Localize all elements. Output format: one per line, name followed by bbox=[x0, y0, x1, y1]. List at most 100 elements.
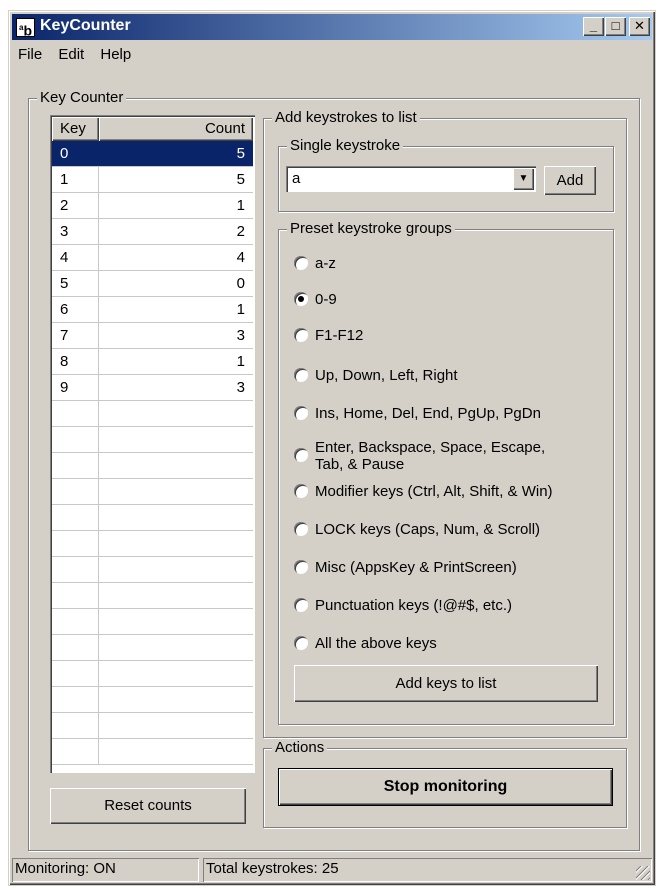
radio-button[interactable] bbox=[294, 598, 308, 612]
radio-label: Punctuation keys (!@#$, etc.) bbox=[315, 597, 512, 614]
add-keys-to-list-button[interactable]: Add keys to list bbox=[294, 665, 598, 702]
total-keystrokes-status: Total keystrokes: 25 bbox=[203, 858, 652, 882]
row-key bbox=[52, 479, 99, 504]
row-key: 2 bbox=[52, 193, 99, 218]
monitoring-status: Monitoring: ON bbox=[12, 858, 199, 882]
radio-button[interactable] bbox=[294, 636, 308, 650]
table-row[interactable] bbox=[52, 453, 253, 479]
column-header-key[interactable]: Key bbox=[52, 117, 99, 141]
radio-label: Misc (AppsKey & PrintScreen) bbox=[315, 559, 517, 576]
row-key: 0 bbox=[52, 141, 99, 166]
radio-button[interactable] bbox=[294, 368, 308, 382]
row-count: 1 bbox=[236, 353, 245, 370]
table-row[interactable]: 61 bbox=[52, 297, 253, 323]
table-row[interactable]: 32 bbox=[52, 219, 253, 245]
row-key bbox=[52, 739, 99, 764]
add-button[interactable]: Add bbox=[544, 166, 596, 195]
row-count bbox=[99, 557, 253, 582]
radio-label: Up, Down, Left, Right bbox=[315, 367, 458, 384]
radio-button[interactable] bbox=[294, 256, 308, 270]
list-rows: 05152132445061738193 bbox=[52, 141, 253, 771]
radio-button[interactable] bbox=[294, 484, 308, 498]
table-row[interactable] bbox=[52, 557, 253, 583]
radio-button[interactable] bbox=[294, 328, 308, 342]
chevron-down-icon[interactable]: ▼ bbox=[513, 168, 534, 190]
table-row[interactable]: 05 bbox=[52, 141, 253, 167]
row-count: 1 bbox=[236, 197, 245, 214]
row-count: 1 bbox=[236, 301, 245, 318]
row-count bbox=[99, 531, 253, 556]
resize-grip-icon[interactable] bbox=[636, 866, 650, 880]
row-key: 9 bbox=[52, 375, 99, 400]
table-row[interactable] bbox=[52, 687, 253, 713]
row-count bbox=[99, 427, 253, 452]
app-window: ab KeyCounter _ □ ✕ File Edit Help Key C… bbox=[8, 10, 656, 886]
status-bar: Monitoring: ON Total keystrokes: 25 bbox=[12, 856, 652, 882]
table-row[interactable] bbox=[52, 739, 253, 765]
close-button[interactable]: ✕ bbox=[629, 17, 650, 36]
table-row[interactable]: 93 bbox=[52, 375, 253, 401]
row-count: 3 bbox=[236, 327, 245, 344]
actions-label: Actions bbox=[272, 739, 328, 757]
row-key bbox=[52, 583, 99, 608]
table-row[interactable]: 15 bbox=[52, 167, 253, 193]
minimize-button[interactable]: _ bbox=[583, 17, 604, 36]
table-row[interactable] bbox=[52, 583, 253, 609]
table-row[interactable]: 50 bbox=[52, 271, 253, 297]
row-count: 2 bbox=[236, 223, 245, 240]
key-count-list[interactable]: Key Count 05152132445061738193 bbox=[50, 115, 255, 773]
table-row[interactable] bbox=[52, 661, 253, 687]
app-icon[interactable]: ab bbox=[16, 18, 35, 39]
title-bar[interactable]: ab KeyCounter _ □ ✕ bbox=[12, 14, 652, 40]
row-key bbox=[52, 401, 99, 426]
row-key bbox=[52, 713, 99, 738]
row-count: 4 bbox=[236, 249, 245, 266]
radio-label: Enter, Backspace, Space, Escape, Tab, & … bbox=[315, 439, 546, 473]
row-key bbox=[52, 557, 99, 582]
row-key: 7 bbox=[52, 323, 99, 348]
radio-button[interactable] bbox=[294, 560, 308, 574]
menu-help[interactable]: Help bbox=[94, 43, 137, 63]
row-count bbox=[99, 453, 253, 478]
maximize-button[interactable]: □ bbox=[605, 17, 626, 36]
table-row[interactable]: 81 bbox=[52, 349, 253, 375]
table-row[interactable] bbox=[52, 505, 253, 531]
table-row[interactable] bbox=[52, 609, 253, 635]
row-key bbox=[52, 635, 99, 660]
radio-button[interactable] bbox=[294, 406, 308, 420]
stop-monitoring-button[interactable]: Stop monitoring bbox=[278, 768, 613, 806]
row-key bbox=[52, 531, 99, 556]
radio-button[interactable] bbox=[294, 522, 308, 536]
keystroke-combo[interactable]: a ▼ bbox=[286, 166, 536, 192]
menu-bar: File Edit Help bbox=[12, 43, 652, 67]
radio-label: Modifier keys (Ctrl, Alt, Shift, & Win) bbox=[315, 483, 553, 500]
table-row[interactable]: 44 bbox=[52, 245, 253, 271]
table-row[interactable] bbox=[52, 401, 253, 427]
row-key: 3 bbox=[52, 219, 99, 244]
row-count bbox=[99, 609, 253, 634]
row-key: 5 bbox=[52, 271, 99, 296]
row-count bbox=[99, 661, 253, 686]
column-header-count[interactable]: Count bbox=[99, 117, 253, 141]
radio-button[interactable] bbox=[294, 448, 308, 462]
table-row[interactable] bbox=[52, 531, 253, 557]
table-row[interactable]: 21 bbox=[52, 193, 253, 219]
reset-counts-button[interactable]: Reset counts bbox=[50, 788, 246, 824]
radio-label: LOCK keys (Caps, Num, & Scroll) bbox=[315, 521, 541, 538]
menu-edit[interactable]: Edit bbox=[52, 43, 90, 63]
table-row[interactable] bbox=[52, 713, 253, 739]
row-key: 1 bbox=[52, 167, 99, 192]
row-key bbox=[52, 453, 99, 478]
add-keystrokes-label: Add keystrokes to list bbox=[272, 109, 420, 127]
table-row[interactable] bbox=[52, 635, 253, 661]
radio-button[interactable] bbox=[294, 292, 308, 306]
keystroke-combo-value: a bbox=[292, 170, 301, 187]
radio-label: All the above keys bbox=[315, 635, 437, 652]
table-row[interactable]: 73 bbox=[52, 323, 253, 349]
row-key bbox=[52, 609, 99, 634]
table-row[interactable] bbox=[52, 427, 253, 453]
row-count: 0 bbox=[236, 275, 245, 292]
table-row[interactable] bbox=[52, 479, 253, 505]
menu-file[interactable]: File bbox=[12, 43, 48, 63]
row-key bbox=[52, 687, 99, 712]
